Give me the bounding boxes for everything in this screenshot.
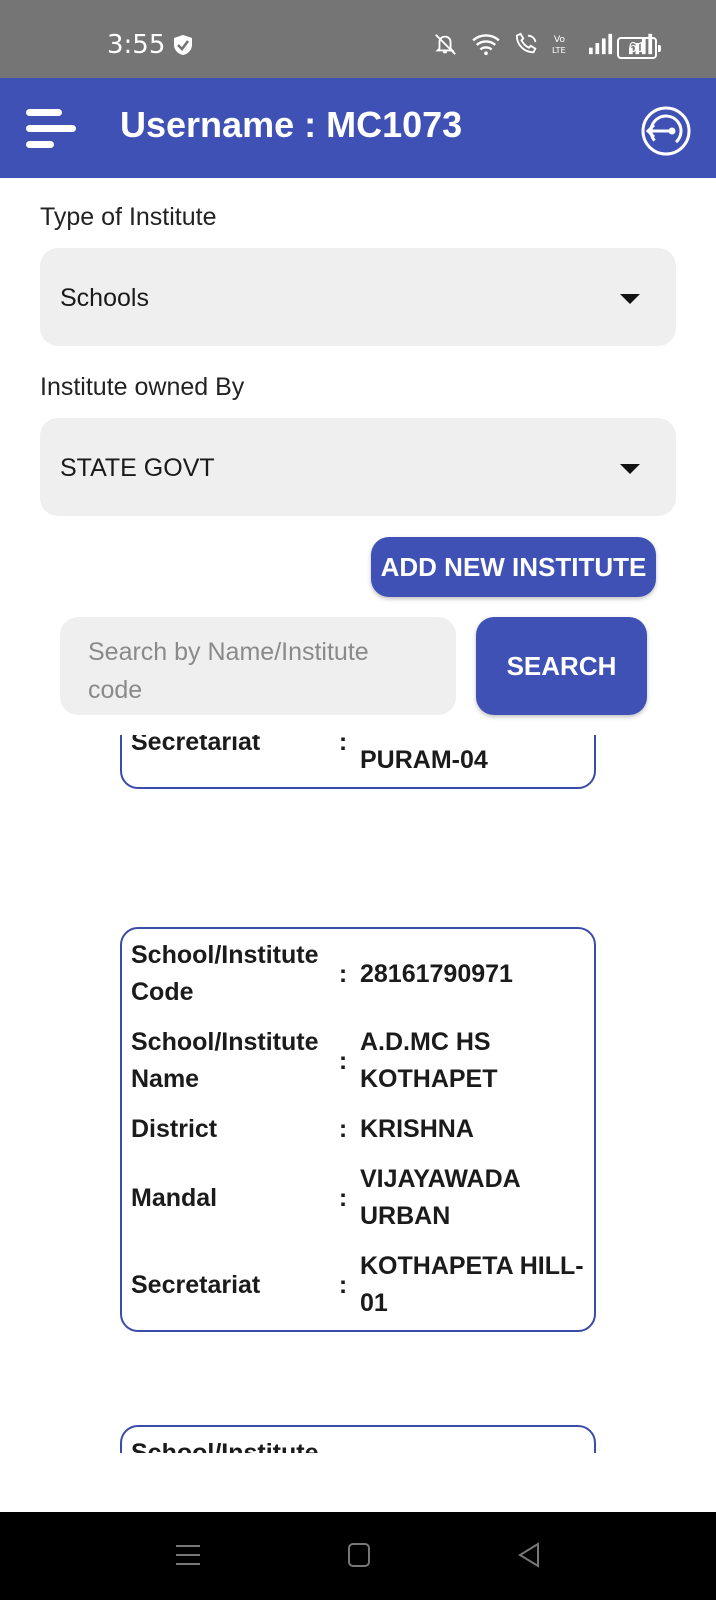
dropdown-arrow-icon bbox=[620, 464, 640, 474]
card-row-code: School/Institute Code : 28161790971 bbox=[122, 937, 594, 1011]
field-label: Secretariat bbox=[131, 1270, 261, 1299]
card-row-code: School/Institute bbox=[122, 1435, 594, 1453]
system-navigation-bar bbox=[0, 1512, 716, 1600]
shield-check-icon bbox=[174, 35, 192, 55]
hamburger-menu-icon[interactable] bbox=[26, 105, 78, 151]
field-label: School/Institute Code bbox=[131, 941, 319, 1006]
owned-by-label: Institute owned By bbox=[40, 373, 245, 401]
separator: : bbox=[338, 959, 348, 988]
card-row-secretariat: Secretariat : VIDYADHARA PURAM-04 bbox=[122, 735, 594, 779]
wifi-calling-icon bbox=[515, 32, 537, 54]
volte-icon: Vo LTE bbox=[552, 34, 566, 55]
institute-type-value: Schools bbox=[60, 284, 149, 312]
institute-type-select[interactable]: Schools bbox=[40, 248, 676, 346]
field-label: School/Institute Name bbox=[131, 1028, 319, 1093]
status-time: 3:55 bbox=[107, 30, 166, 60]
field-label: Secretariat bbox=[131, 735, 261, 756]
separator: : bbox=[338, 1183, 348, 1212]
recent-apps-icon[interactable] bbox=[175, 1542, 201, 1568]
search-button[interactable]: SEARCH bbox=[476, 617, 647, 715]
institute-results-list[interactable]: Secretariat : VIDYADHARA PURAM-04 School… bbox=[0, 735, 716, 1453]
search-input[interactable]: Search by Name/Institute code bbox=[60, 617, 456, 715]
owned-by-value: STATE GOVT bbox=[60, 454, 215, 482]
svg-text:LTE: LTE bbox=[552, 45, 566, 55]
add-new-institute-button[interactable]: ADD NEW INSTITUTE bbox=[371, 537, 656, 597]
svg-text:Vo: Vo bbox=[554, 34, 566, 45]
home-icon[interactable] bbox=[347, 1542, 371, 1568]
separator: : bbox=[338, 1115, 348, 1143]
separator: : bbox=[338, 735, 348, 756]
institute-card[interactable]: School/Institute bbox=[120, 1425, 596, 1453]
battery-indicator: 61 bbox=[617, 37, 661, 59]
institute-card[interactable]: Secretariat : VIDYADHARA PURAM-04 bbox=[120, 735, 596, 789]
back-icon[interactable] bbox=[517, 1542, 541, 1568]
wifi-icon bbox=[472, 34, 500, 56]
separator: : bbox=[338, 1270, 348, 1299]
owned-by-select[interactable]: STATE GOVT bbox=[40, 418, 676, 516]
separator: : bbox=[338, 1046, 348, 1075]
field-value: VIJAYAWADA URBAN bbox=[360, 1165, 520, 1230]
field-label: District bbox=[131, 1115, 218, 1143]
field-label: Mandal bbox=[131, 1183, 218, 1212]
institute-type-label: Type of Institute bbox=[40, 203, 217, 231]
field-value: VIDYADHARA PURAM-04 bbox=[360, 735, 523, 774]
card-row-district: District : KRISHNA bbox=[122, 1111, 594, 1148]
field-value: A.D.MC HS KOTHAPET bbox=[360, 1028, 498, 1093]
page-title: Username : MC1073 bbox=[120, 104, 463, 145]
dropdown-arrow-icon bbox=[620, 294, 640, 304]
app-bar: Username : MC1073 bbox=[0, 78, 716, 178]
card-row-name: School/Institute Name : A.D.MC HS KOTHAP… bbox=[122, 1024, 594, 1098]
signal-icon-1 bbox=[589, 33, 613, 55]
field-value: KRISHNA bbox=[360, 1115, 474, 1143]
card-row-secretariat: Secretariat : KOTHAPETA HILL-01 bbox=[122, 1248, 594, 1322]
institute-card[interactable]: School/Institute Code : 28161790971 Scho… bbox=[120, 927, 596, 1332]
field-value: KOTHAPETA HILL-01 bbox=[360, 1252, 584, 1317]
field-label: School/Institute bbox=[131, 1439, 319, 1453]
muted-bell-icon bbox=[435, 34, 456, 55]
field-value: 28161790971 bbox=[360, 959, 513, 988]
logout-icon[interactable] bbox=[640, 105, 692, 157]
card-row-mandal: Mandal : VIJAYAWADA URBAN bbox=[122, 1161, 594, 1235]
status-bar: 3:55 Vo LTE 61 bbox=[0, 0, 716, 78]
